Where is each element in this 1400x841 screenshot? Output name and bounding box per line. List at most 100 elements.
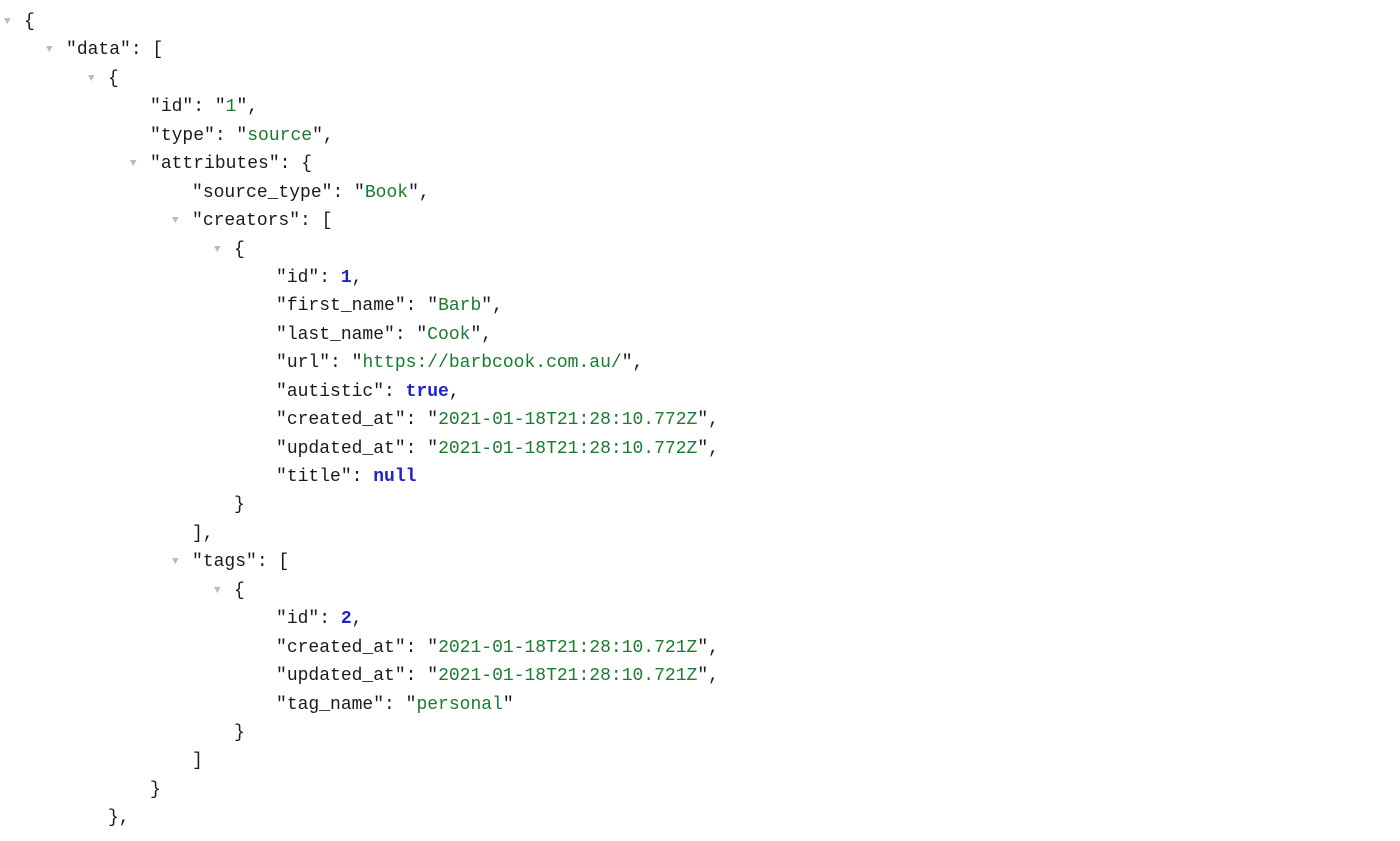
json-line: "title": null — [276, 463, 416, 491]
collapse-caret-icon[interactable]: ▼ — [214, 583, 234, 600]
json-punct: } — [150, 780, 161, 800]
json-key: attributes — [161, 154, 269, 174]
json-row: ▼"type": "source", — [4, 122, 1396, 150]
json-punct: ": [ — [120, 40, 163, 60]
json-key: autistic — [287, 382, 373, 402]
json-key: last_name — [287, 325, 384, 345]
json-row: ▼"created_at": "2021-01-18T21:28:10.721Z… — [4, 634, 1396, 662]
json-punct: ", — [697, 439, 719, 459]
json-key: tag_name — [287, 695, 373, 715]
json-punct: ": — [373, 382, 405, 402]
json-punct: ": " — [384, 325, 427, 345]
json-row: ▼"tags": [ — [4, 548, 1396, 576]
json-row: ▼"url": "https://barbcook.com.au/", — [4, 349, 1396, 377]
json-punct: ", — [697, 638, 719, 658]
json-punct: " — [192, 552, 203, 572]
json-string: 2021-01-18T21:28:10.772Z — [438, 410, 697, 430]
json-string: source — [247, 126, 312, 146]
json-string: 1 — [226, 97, 237, 117]
json-punct: ": { — [269, 154, 312, 174]
json-punct: ": " — [395, 666, 438, 686]
json-key: created_at — [287, 638, 395, 658]
json-line: ], — [192, 520, 214, 548]
json-line: { — [24, 8, 35, 36]
json-punct: ": — [341, 467, 373, 487]
collapse-caret-icon[interactable]: ▼ — [46, 42, 66, 59]
json-row: ▼{ — [4, 236, 1396, 264]
json-string: Cook — [427, 325, 470, 345]
json-line: } — [234, 491, 245, 519]
json-key: updated_at — [287, 439, 395, 459]
json-key: id — [161, 97, 183, 117]
json-line: "tag_name": "personal" — [276, 691, 514, 719]
json-punct: " — [192, 211, 203, 231]
json-line: "updated_at": "2021-01-18T21:28:10.772Z"… — [276, 435, 719, 463]
collapse-caret-icon[interactable]: ▼ — [172, 213, 192, 230]
json-line: "attributes": { — [150, 150, 312, 178]
json-keyword: true — [406, 382, 449, 402]
json-key: id — [287, 609, 309, 629]
json-line: "autistic": true, — [276, 378, 460, 406]
json-punct: " — [276, 695, 287, 715]
collapse-caret-icon[interactable]: ▼ — [130, 156, 150, 173]
json-line: "type": "source", — [150, 122, 334, 150]
json-line: { — [234, 236, 245, 264]
json-row: ▼"id": 2, — [4, 605, 1396, 633]
json-row: ▼{ — [4, 65, 1396, 93]
json-row: ▼"attributes": { — [4, 150, 1396, 178]
json-row: ▼], — [4, 520, 1396, 548]
collapse-caret-icon[interactable]: ▼ — [214, 242, 234, 259]
json-string: personal — [416, 695, 502, 715]
json-punct: ": " — [395, 439, 438, 459]
json-punct: ": [ — [246, 552, 289, 572]
json-line: "source_type": "Book", — [192, 179, 430, 207]
json-punct: ": [ — [289, 211, 332, 231]
json-punct: , — [352, 609, 363, 629]
json-punct: , — [449, 382, 460, 402]
json-key: created_at — [287, 410, 395, 430]
json-row: ▼"created_at": "2021-01-18T21:28:10.772Z… — [4, 406, 1396, 434]
json-string: Barb — [438, 296, 481, 316]
json-key: id — [287, 268, 309, 288]
json-line: "updated_at": "2021-01-18T21:28:10.721Z"… — [276, 662, 719, 690]
json-keyword: null — [373, 467, 416, 487]
json-line: } — [150, 776, 161, 804]
json-row: ▼"first_name": "Barb", — [4, 292, 1396, 320]
json-punct: { — [108, 69, 119, 89]
json-number: 2 — [341, 609, 352, 629]
json-punct: " — [276, 609, 287, 629]
json-punct: ", — [312, 126, 334, 146]
json-line: "data": [ — [66, 36, 163, 64]
json-punct: " — [276, 382, 287, 402]
json-line: "id": 1, — [276, 264, 362, 292]
json-string: 2021-01-18T21:28:10.721Z — [438, 638, 697, 658]
json-punct: ": — [308, 268, 340, 288]
collapse-caret-icon[interactable]: ▼ — [4, 14, 24, 31]
json-row: ▼"id": "1", — [4, 93, 1396, 121]
json-punct: " — [276, 325, 287, 345]
json-punct: { — [234, 240, 245, 260]
json-number: 1 — [341, 268, 352, 288]
json-key: url — [287, 353, 319, 373]
json-punct: " — [276, 410, 287, 430]
json-punct: ", — [481, 296, 503, 316]
json-key: updated_at — [287, 666, 395, 686]
json-row: ▼} — [4, 719, 1396, 747]
json-line: "creators": [ — [192, 207, 332, 235]
collapse-caret-icon[interactable]: ▼ — [88, 71, 108, 88]
json-punct: } — [234, 495, 245, 515]
json-punct: " — [276, 296, 287, 316]
collapse-caret-icon[interactable]: ▼ — [172, 554, 192, 571]
json-row: ▼"autistic": true, — [4, 378, 1396, 406]
json-tree-viewer: ▼{▼"data": [▼{▼"id": "1",▼"type": "sourc… — [4, 8, 1396, 833]
json-row: ▼"last_name": "Cook", — [4, 321, 1396, 349]
json-punct: " — [150, 154, 161, 174]
json-punct: { — [234, 581, 245, 601]
json-punct: ": " — [319, 353, 362, 373]
json-punct: ", — [470, 325, 492, 345]
json-row: ▼"id": 1, — [4, 264, 1396, 292]
json-row: ▼"creators": [ — [4, 207, 1396, 235]
json-punct: ], — [192, 524, 214, 544]
json-row: ▼}, — [4, 804, 1396, 832]
json-punct: " — [150, 126, 161, 146]
